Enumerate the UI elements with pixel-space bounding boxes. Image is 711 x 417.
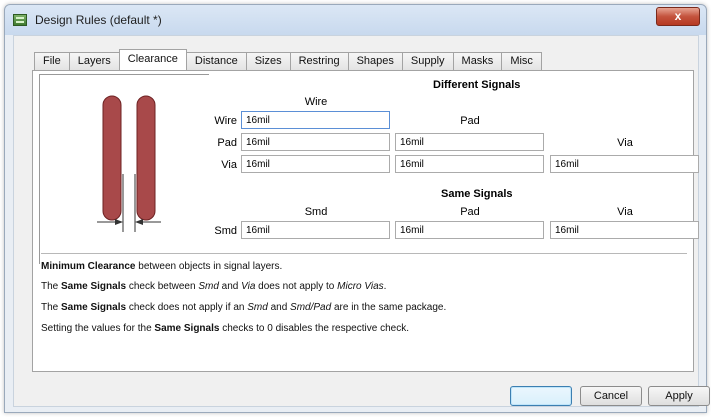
col-head-same-via: Via (617, 206, 633, 218)
row-label-smd: Smd (214, 225, 237, 237)
clearance-illustration (39, 74, 215, 264)
info-line-2: The Same Signals check between Smd and V… (41, 281, 387, 292)
smd-via-field[interactable] (550, 221, 699, 239)
close-button[interactable]: x (656, 7, 700, 26)
row-label-wire: Wire (214, 115, 237, 127)
info-line-1: Minimum Clearance between objects in sig… (41, 261, 283, 272)
wire-wire-field[interactable] (241, 111, 390, 129)
tab-misc[interactable]: Misc (501, 52, 542, 70)
via-pad-field[interactable] (395, 155, 544, 173)
pad-pad-field[interactable] (395, 133, 544, 151)
via-wire-field[interactable] (241, 155, 390, 173)
row-label-pad: Pad (217, 137, 237, 149)
arrow-right-head (135, 219, 143, 225)
row-label-via: Via (221, 159, 237, 171)
cancel-button[interactable]: Cancel (580, 386, 642, 406)
tab-distance[interactable]: Distance (185, 52, 247, 70)
info-line-4: Setting the values for the Same Signals … (41, 323, 409, 334)
tab-supply[interactable]: Supply (401, 52, 454, 70)
col-head-pad: Pad (460, 115, 480, 127)
ok-button[interactable] (510, 386, 572, 406)
trace-right (136, 95, 156, 221)
app-icon (13, 14, 27, 26)
tab-layers[interactable]: Layers (68, 52, 120, 70)
info-line-3: The Same Signals check does not apply if… (41, 302, 447, 313)
separator (41, 253, 687, 254)
smd-smd-field[interactable] (241, 221, 390, 239)
clearance-panel: Different Signals Wire Pad Via Wire Pad … (32, 70, 699, 372)
window-title: Design Rules (default *) (35, 13, 162, 27)
tab-clearance[interactable]: Clearance (118, 49, 187, 70)
same-signals-heading: Same Signals (441, 188, 513, 200)
col-head-same-pad: Pad (460, 206, 480, 218)
title-bar: Design Rules (default *) x (5, 5, 706, 35)
tab-file[interactable]: File (34, 52, 70, 70)
arrow-left-head (115, 219, 123, 225)
smd-pad-field[interactable] (395, 221, 544, 239)
different-signals-heading: Different Signals (433, 79, 521, 91)
col-head-smd: Smd (304, 206, 328, 218)
clearance-diagram (97, 95, 161, 232)
apply-button[interactable]: Apply (648, 386, 710, 406)
tab-masks[interactable]: Masks (452, 52, 503, 70)
via-via-field[interactable] (550, 155, 699, 173)
tab-shapes[interactable]: Shapes (347, 52, 403, 70)
trace-left (102, 95, 122, 221)
dialog-client-area: File Layers Clearance Distance Sizes Res… (13, 35, 710, 407)
design-rules-dialog: Design Rules (default *) x File Layers C… (4, 4, 710, 413)
col-head-via: Via (617, 137, 633, 149)
tab-restring[interactable]: Restring (289, 52, 349, 70)
tab-bar: File Layers Clearance Distance Sizes Res… (34, 49, 542, 70)
pad-wire-field[interactable] (241, 133, 390, 151)
tab-sizes[interactable]: Sizes (245, 52, 291, 70)
col-head-wire: Wire (304, 96, 328, 108)
